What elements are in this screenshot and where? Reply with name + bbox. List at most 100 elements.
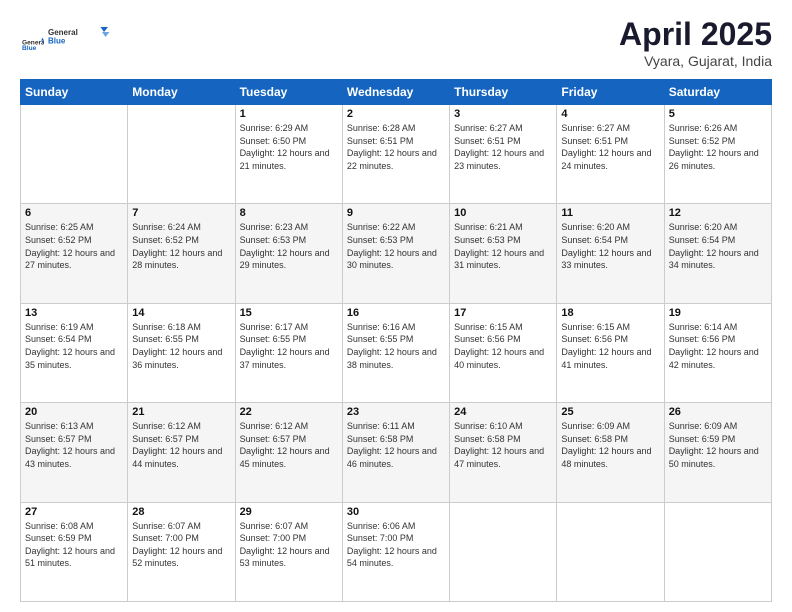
calendar-cell: 4 Sunrise: 6:27 AMSunset: 6:51 PMDaylight… bbox=[557, 105, 664, 204]
svg-text:Blue: Blue bbox=[48, 37, 66, 46]
calendar-cell bbox=[21, 105, 128, 204]
day-info: Sunrise: 6:19 AMSunset: 6:54 PMDaylight:… bbox=[25, 321, 123, 371]
day-number: 19 bbox=[669, 307, 767, 319]
day-number: 6 bbox=[25, 207, 123, 219]
calendar-cell: 8 Sunrise: 6:23 AMSunset: 6:53 PMDaylight… bbox=[235, 204, 342, 303]
day-number: 2 bbox=[347, 108, 445, 120]
calendar-cell: 16 Sunrise: 6:16 AMSunset: 6:55 PMDayligh… bbox=[342, 303, 449, 402]
calendar-cell: 15 Sunrise: 6:17 AMSunset: 6:55 PMDayligh… bbox=[235, 303, 342, 402]
page: General Blue General Blue April 2025 Vya… bbox=[0, 0, 792, 612]
calendar-cell: 26 Sunrise: 6:09 AMSunset: 6:59 PMDayligh… bbox=[664, 403, 771, 502]
calendar-cell: 24Sunrise: 6:10 AMSunset: 6:58 PMDayligh… bbox=[450, 403, 557, 502]
logo-block: General Blue General Blue bbox=[20, 16, 118, 61]
day-number: 29 bbox=[240, 506, 338, 518]
day-info: Sunrise: 6:27 AMSunset: 6:51 PMDaylight:… bbox=[561, 122, 659, 172]
day-number: 18 bbox=[561, 307, 659, 319]
day-info: Sunrise: 6:20 AMSunset: 6:54 PMDaylight:… bbox=[561, 221, 659, 271]
logo-icon: General Blue bbox=[22, 34, 44, 56]
day-number: 23 bbox=[347, 406, 445, 418]
calendar-cell: 11Sunrise: 6:20 AMSunset: 6:54 PMDayligh… bbox=[557, 204, 664, 303]
day-info: Sunrise: 6:26 AMSunset: 6:52 PMDaylight:… bbox=[669, 122, 767, 172]
calendar-cell: 20 Sunrise: 6:13 AMSunset: 6:57 PMDayligh… bbox=[21, 403, 128, 502]
calendar-cell bbox=[664, 502, 771, 601]
day-number: 1 bbox=[240, 108, 338, 120]
col-friday: Friday bbox=[557, 80, 664, 105]
day-number: 15 bbox=[240, 307, 338, 319]
logo-svg: General Blue bbox=[48, 16, 118, 56]
day-info: Sunrise: 6:12 AMSunset: 6:57 PMDaylight:… bbox=[132, 420, 230, 470]
day-info: Sunrise: 6:23 AMSunset: 6:53 PMDaylight:… bbox=[240, 221, 338, 271]
day-number: 16 bbox=[347, 307, 445, 319]
calendar-cell: 1 Sunrise: 6:29 AMSunset: 6:50 PMDaylight… bbox=[235, 105, 342, 204]
calendar-cell: 12 Sunrise: 6:20 AMSunset: 6:54 PMDayligh… bbox=[664, 204, 771, 303]
day-info: Sunrise: 6:21 AMSunset: 6:53 PMDaylight:… bbox=[454, 221, 552, 271]
day-number: 26 bbox=[669, 406, 767, 418]
calendar-cell: 28 Sunrise: 6:07 AMSunset: 7:00 PMDayligh… bbox=[128, 502, 235, 601]
week-row-4: 20 Sunrise: 6:13 AMSunset: 6:57 PMDayligh… bbox=[21, 403, 772, 502]
title-location: Vyara, Gujarat, India bbox=[619, 53, 772, 69]
day-number: 17 bbox=[454, 307, 552, 319]
day-number: 14 bbox=[132, 307, 230, 319]
day-number: 28 bbox=[132, 506, 230, 518]
col-wednesday: Wednesday bbox=[342, 80, 449, 105]
day-number: 5 bbox=[669, 108, 767, 120]
title-block: April 2025 Vyara, Gujarat, India bbox=[619, 16, 772, 69]
week-row-5: 27Sunrise: 6:08 AMSunset: 6:59 PMDayligh… bbox=[21, 502, 772, 601]
col-saturday: Saturday bbox=[664, 80, 771, 105]
day-info: Sunrise: 6:07 AMSunset: 7:00 PMDaylight:… bbox=[240, 520, 338, 570]
col-thursday: Thursday bbox=[450, 80, 557, 105]
day-number: 7 bbox=[132, 207, 230, 219]
calendar-cell: 14 Sunrise: 6:18 AMSunset: 6:55 PMDayligh… bbox=[128, 303, 235, 402]
day-number: 21 bbox=[132, 406, 230, 418]
day-info: Sunrise: 6:16 AMSunset: 6:55 PMDaylight:… bbox=[347, 321, 445, 371]
calendar-cell: 25Sunrise: 6:09 AMSunset: 6:58 PMDayligh… bbox=[557, 403, 664, 502]
title-month: April 2025 bbox=[619, 16, 772, 53]
calendar-cell bbox=[128, 105, 235, 204]
day-info: Sunrise: 6:28 AMSunset: 6:51 PMDaylight:… bbox=[347, 122, 445, 172]
calendar-cell bbox=[557, 502, 664, 601]
calendar-cell: 22Sunrise: 6:12 AMSunset: 6:57 PMDayligh… bbox=[235, 403, 342, 502]
day-number: 12 bbox=[669, 207, 767, 219]
day-info: Sunrise: 6:27 AMSunset: 6:51 PMDaylight:… bbox=[454, 122, 552, 172]
day-info: Sunrise: 6:20 AMSunset: 6:54 PMDaylight:… bbox=[669, 221, 767, 271]
day-number: 4 bbox=[561, 108, 659, 120]
day-info: Sunrise: 6:09 AMSunset: 6:58 PMDaylight:… bbox=[561, 420, 659, 470]
day-info: Sunrise: 6:07 AMSunset: 7:00 PMDaylight:… bbox=[132, 520, 230, 570]
calendar-cell: 6Sunrise: 6:25 AMSunset: 6:52 PMDaylight… bbox=[21, 204, 128, 303]
day-info: Sunrise: 6:12 AMSunset: 6:57 PMDaylight:… bbox=[240, 420, 338, 470]
header: General Blue General Blue April 2025 Vya… bbox=[20, 16, 772, 69]
col-monday: Monday bbox=[128, 80, 235, 105]
day-info: Sunrise: 6:10 AMSunset: 6:58 PMDaylight:… bbox=[454, 420, 552, 470]
week-row-1: 1 Sunrise: 6:29 AMSunset: 6:50 PMDaylight… bbox=[21, 105, 772, 204]
day-info: Sunrise: 6:18 AMSunset: 6:55 PMDaylight:… bbox=[132, 321, 230, 371]
header-row: Sunday Monday Tuesday Wednesday Thursday… bbox=[21, 80, 772, 105]
day-info: Sunrise: 6:14 AMSunset: 6:56 PMDaylight:… bbox=[669, 321, 767, 371]
day-info: Sunrise: 6:08 AMSunset: 6:59 PMDaylight:… bbox=[25, 520, 123, 570]
day-info: Sunrise: 6:24 AMSunset: 6:52 PMDaylight:… bbox=[132, 221, 230, 271]
calendar-cell: 29 Sunrise: 6:07 AMSunset: 7:00 PMDayligh… bbox=[235, 502, 342, 601]
day-info: Sunrise: 6:09 AMSunset: 6:59 PMDaylight:… bbox=[669, 420, 767, 470]
calendar-cell bbox=[450, 502, 557, 601]
day-number: 13 bbox=[25, 307, 123, 319]
calendar-cell: 23 Sunrise: 6:11 AMSunset: 6:58 PMDayligh… bbox=[342, 403, 449, 502]
day-number: 8 bbox=[240, 207, 338, 219]
day-number: 9 bbox=[347, 207, 445, 219]
day-number: 20 bbox=[25, 406, 123, 418]
day-info: Sunrise: 6:29 AMSunset: 6:50 PMDaylight:… bbox=[240, 122, 338, 172]
day-number: 30 bbox=[347, 506, 445, 518]
calendar-table: Sunday Monday Tuesday Wednesday Thursday… bbox=[20, 79, 772, 602]
calendar-cell: 7 Sunrise: 6:24 AMSunset: 6:52 PMDaylight… bbox=[128, 204, 235, 303]
day-info: Sunrise: 6:17 AMSunset: 6:55 PMDaylight:… bbox=[240, 321, 338, 371]
calendar-cell: 13 Sunrise: 6:19 AMSunset: 6:54 PMDayligh… bbox=[21, 303, 128, 402]
col-tuesday: Tuesday bbox=[235, 80, 342, 105]
calendar-cell: 30Sunrise: 6:06 AMSunset: 7:00 PMDayligh… bbox=[342, 502, 449, 601]
week-row-2: 6Sunrise: 6:25 AMSunset: 6:52 PMDaylight… bbox=[21, 204, 772, 303]
calendar-cell: 27Sunrise: 6:08 AMSunset: 6:59 PMDayligh… bbox=[21, 502, 128, 601]
day-info: Sunrise: 6:11 AMSunset: 6:58 PMDaylight:… bbox=[347, 420, 445, 470]
calendar-cell: 5 Sunrise: 6:26 AMSunset: 6:52 PMDaylight… bbox=[664, 105, 771, 204]
week-row-3: 13 Sunrise: 6:19 AMSunset: 6:54 PMDayligh… bbox=[21, 303, 772, 402]
day-info: Sunrise: 6:22 AMSunset: 6:53 PMDaylight:… bbox=[347, 221, 445, 271]
day-info: Sunrise: 6:15 AMSunset: 6:56 PMDaylight:… bbox=[561, 321, 659, 371]
day-info: Sunrise: 6:15 AMSunset: 6:56 PMDaylight:… bbox=[454, 321, 552, 371]
day-info: Sunrise: 6:13 AMSunset: 6:57 PMDaylight:… bbox=[25, 420, 123, 470]
